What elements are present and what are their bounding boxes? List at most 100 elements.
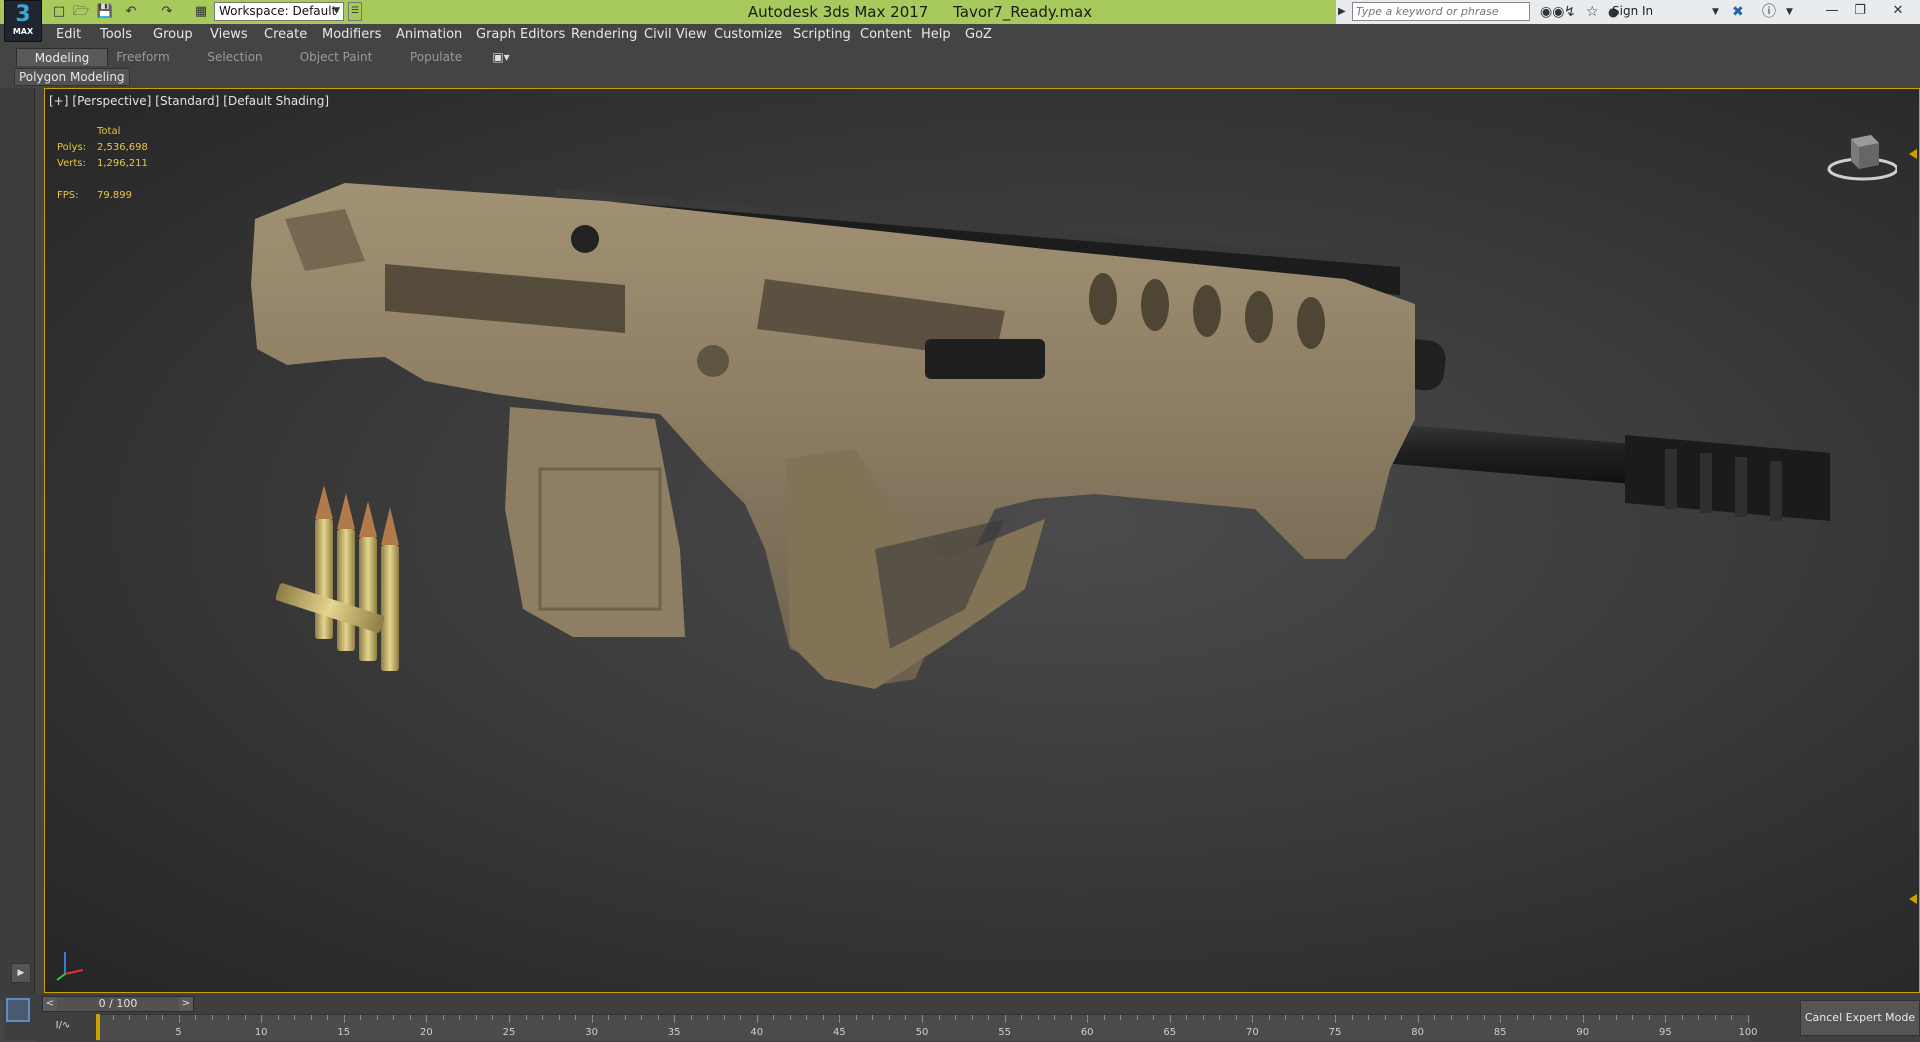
tab-freeform[interactable]: Freeform [110,48,176,66]
exchange-icon[interactable]: ✖ [1732,3,1744,21]
track-bar[interactable]: 5 10 15 20 25 30 35 40 45 50 55 60 65 70 75 80 85 90 95 100 [96,1014,1758,1041]
ribbon-options-icon[interactable]: ▣▾ [486,48,516,66]
menu-views[interactable]: Views [210,27,248,42]
time-slider[interactable]: < 0 / 100 > [42,996,194,1012]
menu-graph-editors[interactable]: Graph Editors [476,27,565,42]
next-frame-button[interactable]: > [179,997,193,1011]
viewport-menu[interactable]: [+] [49,94,68,108]
undo-icon[interactable]: ↶ [122,3,140,21]
timeline-tick [475,1015,477,1020]
timeline-tick-label: 40 [750,1027,764,1038]
timeline-tick [1566,1015,1568,1020]
menu-scripting[interactable]: Scripting [793,27,851,42]
timeline-tick-label: 35 [667,1027,681,1038]
timeline-tick [905,1015,907,1020]
close-icon[interactable]: ✕ [1884,0,1912,22]
timeline-tick [1202,1015,1204,1020]
timeline-tick [360,1015,362,1020]
workspace-dropdown[interactable]: Workspace: Default ▼ [214,2,344,21]
menu-customize[interactable]: Customize [714,27,782,42]
star-icon[interactable]: ☆ [1586,3,1599,21]
project-folder-icon[interactable]: ▦ [192,3,210,21]
timeline-tick [575,1015,577,1020]
logo-number: 3 [15,2,31,27]
save-icon[interactable]: 💾 [96,3,114,21]
curve-editor-icon[interactable]: I/∿ [42,1014,84,1038]
file-name: Tavor7_Ready.max [953,3,1093,21]
menu-content[interactable]: Content [860,27,912,42]
help-icon[interactable]: ⓘ [1762,3,1776,21]
menu-civil-view[interactable]: Civil View [644,27,707,42]
timeline-tick-label: 10 [254,1027,268,1038]
timeline-tick [1054,1015,1056,1020]
maxscript-listener-icon[interactable] [6,998,30,1022]
restore-icon[interactable]: ❐ [1846,0,1874,22]
communication-icon[interactable]: ↯ [1564,3,1576,21]
timeline-tick [988,1015,990,1020]
viewport-pov[interactable]: [Perspective] [72,94,151,108]
timeline-tick [922,1015,923,1023]
timeline-tick [641,1015,643,1020]
timeline-tick [1615,1015,1617,1020]
timeline-tick [822,1015,824,1020]
viewport-label[interactable]: [+] [Perspective] [Standard] [Default Shadi… [49,94,333,108]
timeline-tick [1136,1015,1138,1020]
timeline-tick [1549,1015,1551,1020]
timeline-tick [1252,1015,1254,1023]
sign-in-link[interactable]: Sign In [1612,4,1653,18]
menu-animation[interactable]: Animation [396,27,462,42]
tab-object-paint[interactable]: Object Paint [294,48,378,66]
timeline-tick [872,1015,874,1020]
workspace-menu-icon[interactable]: ☰ [348,2,362,21]
timeline-tick [1500,1015,1502,1023]
menu-modifiers[interactable]: Modifiers [322,27,381,42]
chevron-down-icon[interactable]: ▼ [1712,3,1719,21]
timeline-tick [1004,1015,1006,1023]
menu-edit[interactable]: Edit [56,27,81,42]
redo-icon[interactable]: ↷ [158,3,176,21]
tab-modeling[interactable]: Modeling [16,48,108,67]
timeline-tick-label: 55 [998,1027,1011,1038]
viewport-standard[interactable]: [Standard] [155,94,219,108]
timeline-tick [1301,1015,1303,1020]
tab-selection[interactable]: Selection [200,48,270,66]
tab-polygon-modeling[interactable]: Polygon Modeling [14,68,130,86]
menu-rendering[interactable]: Rendering [571,27,637,42]
timeline-tick [426,1015,428,1023]
play-icon[interactable]: ▶ [11,963,31,983]
timeline-tick [393,1015,395,1020]
tab-populate[interactable]: Populate [404,48,468,66]
time-cursor[interactable] [96,1014,100,1040]
timeline-tick [1384,1015,1386,1020]
timeline-tick [294,1015,296,1020]
timeline-tick [1186,1015,1188,1020]
menu-create[interactable]: Create [264,27,307,42]
menu-group[interactable]: Group [153,27,193,42]
perspective-viewport[interactable]: [+] [Perspective] [Standard] [Default Shadi… [44,88,1920,993]
chevron-down-icon[interactable]: ▼ [1786,3,1793,21]
timeline-tick-label: 5 [175,1027,182,1038]
timeline-tick [112,1015,114,1020]
binoculars-icon[interactable]: ◉◉ [1540,3,1564,21]
timeline-tick [756,1015,758,1023]
menu-goz[interactable]: GoZ [965,27,992,42]
timeline-tick [1714,1015,1716,1020]
menu-tools[interactable]: Tools [100,27,132,42]
app-logo[interactable]: 3 MAX [4,0,42,42]
timeline-tick [674,1015,676,1023]
expand-arrow-icon[interactable]: ▶ [1338,3,1346,21]
open-file-icon[interactable]: 🗁 [72,3,90,21]
minimize-icon[interactable]: — [1818,0,1846,22]
menu-help[interactable]: Help [921,27,951,42]
timeline-tick-label: 90 [1576,1027,1590,1038]
timeline-tick [1665,1015,1667,1023]
viewport-shading[interactable]: [Default Shading] [223,94,329,108]
timeline-tick [492,1015,494,1020]
viewcube-icon[interactable] [1827,125,1897,185]
search-input[interactable] [1352,2,1530,21]
cancel-expert-mode-button[interactable]: Cancel Expert Mode [1800,1000,1920,1036]
timeline-tick-label: 100 [1738,1027,1758,1038]
timeline-tick [690,1015,692,1020]
timeline-tick-label: 30 [585,1027,598,1038]
new-file-icon[interactable]: □ [50,3,68,21]
